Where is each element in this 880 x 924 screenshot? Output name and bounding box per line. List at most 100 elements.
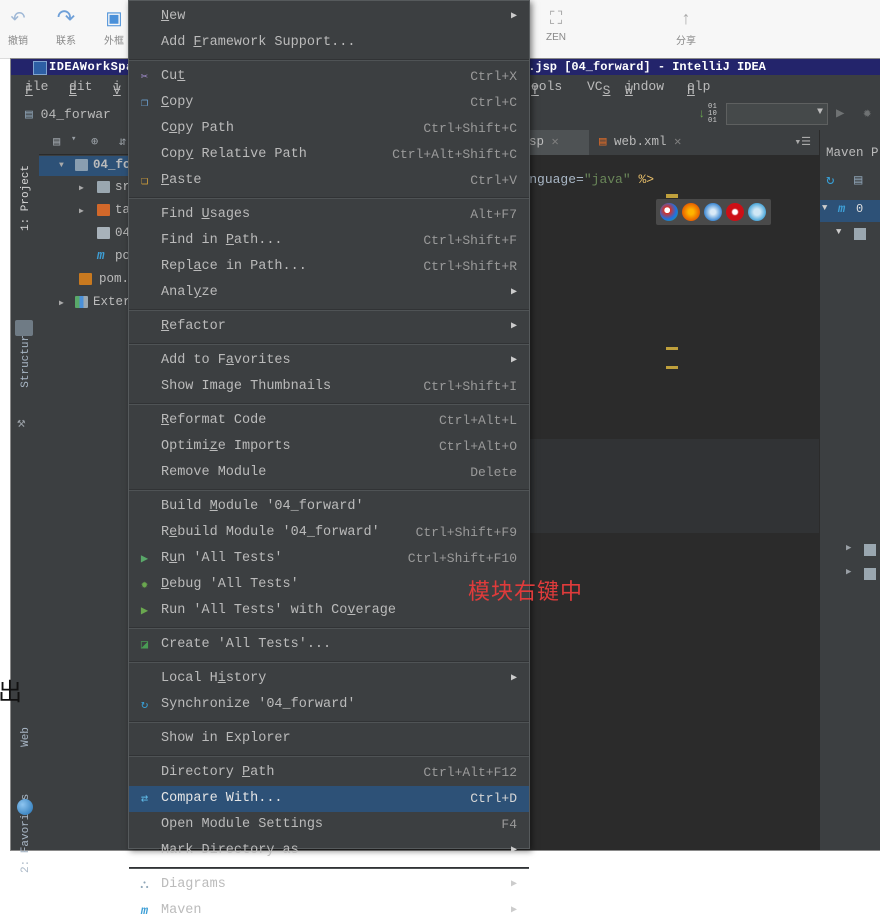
menu-edit[interactable]: Edit	[69, 79, 92, 98]
refresh-icon[interactable]: ↻	[826, 172, 834, 189]
menu-item-shortcut: Ctrl+Alt+Shift+C	[392, 147, 517, 162]
menu-item-find-usages[interactable]: Find Usages Alt+F7	[129, 202, 529, 228]
menu-item-maven[interactable]: m Maven ▶	[129, 898, 529, 924]
menu-item-rebuild-module-04-forward[interactable]: Rebuild Module '04_forward' Ctrl+Shift+F9	[129, 520, 529, 546]
menu-file[interactable]: File	[25, 79, 48, 98]
close-icon[interactable]: ✕	[674, 135, 681, 149]
menu-separator	[129, 721, 529, 723]
menu-separator	[129, 867, 529, 869]
run-configuration-selector[interactable]: ▼	[726, 103, 828, 125]
menu-view[interactable]: Vi	[113, 79, 121, 98]
opera-icon[interactable]	[726, 203, 744, 221]
menu-item-find-in-path[interactable]: Find in Path... Ctrl+Shift+F	[129, 228, 529, 254]
menu-item-copy-relative-path[interactable]: Copy Relative Path Ctrl+Alt+Shift+C	[129, 142, 529, 168]
menu-item-label: Directory Path	[161, 765, 275, 780]
maven-child-row[interactable]: ▼	[820, 224, 880, 246]
share-icon: ↑	[681, 8, 691, 28]
menu-item-label: Add Framework Support...	[161, 35, 356, 50]
menu-item-directory-path[interactable]: Directory Path Ctrl+Alt+F12	[129, 760, 529, 786]
menu-item-show-image-thumbnails[interactable]: Show Image Thumbnails Ctrl+Shift+I	[129, 374, 529, 400]
chevron-down-icon[interactable]: ▼	[836, 227, 841, 237]
chrome-icon[interactable]	[660, 203, 678, 221]
chevron-right-icon: ▶	[510, 321, 517, 332]
menu-item-replace-in-path[interactable]: Replace in Path... Ctrl+Shift+R	[129, 254, 529, 280]
menu-item-label: Compare With...	[161, 791, 283, 806]
menu-item-shortcut: Ctrl+Shift+R	[423, 259, 517, 274]
editor-options-icon[interactable]: ▾☰	[795, 135, 811, 149]
chevron-right-icon[interactable]: ▶	[79, 206, 84, 216]
menu-item-reformat-code[interactable]: Reformat Code Ctrl+Alt+L	[129, 408, 529, 434]
pom-xml-icon	[79, 273, 92, 285]
editor-tab-jsp[interactable]: sp ✕	[529, 130, 589, 155]
chevron-down-icon[interactable]: ▼	[822, 203, 827, 213]
menu-item-add-framework-support[interactable]: Add Framework Support...	[129, 30, 529, 56]
menu-item-label: Rebuild Module '04_forward'	[161, 525, 380, 540]
menu-item-create-all-tests[interactable]: ◪ Create 'All Tests'...	[129, 632, 529, 658]
menu-window[interactable]: Window	[625, 79, 664, 98]
tool-window-button-web[interactable]: Web	[20, 700, 32, 774]
menu-item-show-in-explorer[interactable]: Show in Explorer	[129, 726, 529, 752]
error-stripe	[666, 347, 678, 350]
menu-item-analyze[interactable]: Analyze ▶	[129, 280, 529, 306]
ie-icon[interactable]	[748, 203, 766, 221]
chevron-right-icon[interactable]: ▶	[846, 543, 851, 553]
menu-item-optimize-imports[interactable]: Optimize Imports Ctrl+Alt+O	[129, 434, 529, 460]
tool-window-button-project[interactable]: 1: Project	[20, 161, 32, 235]
download-arrow-icon: ↓	[698, 107, 706, 121]
menu-item-label: Mark Directory as	[161, 843, 299, 858]
toolbar-button-share[interactable]: ↑ 分享	[658, 4, 714, 47]
menu-item-compare-with[interactable]: ⇄ Compare With... Ctrl+D	[129, 786, 529, 812]
locate-file-icon[interactable]: ▤	[53, 134, 60, 149]
debug-button[interactable]: ✹	[863, 105, 871, 122]
menu-item-synchronize-04-forward[interactable]: ↻ Synchronize '04_forward'	[129, 692, 529, 718]
menu-item-mark-directory-as[interactable]: Mark Directory as ▶	[129, 838, 529, 864]
chevron-right-icon[interactable]: ▶	[59, 298, 64, 308]
editor-tab-webxml[interactable]: ▤ web.xml ✕	[599, 130, 719, 155]
menu-help[interactable]: Help	[687, 79, 710, 98]
menu-item-label: Refactor	[161, 319, 226, 334]
menu-item-paste[interactable]: ❏ Paste Ctrl+V	[129, 168, 529, 194]
annotation-text: 模块右键中	[468, 580, 584, 605]
chevron-down-icon[interactable]: ▾	[71, 134, 76, 144]
target-icon[interactable]: ⊕	[91, 134, 98, 149]
safari-icon[interactable]	[704, 203, 722, 221]
binary-bits-icon: 01 10 01	[708, 103, 718, 125]
maven-project-row[interactable]: ▼ m 0	[820, 200, 880, 222]
menu-tools[interactable]: Tools	[531, 79, 562, 98]
close-icon[interactable]: ✕	[552, 135, 559, 149]
menu-item-new[interactable]: New ▶	[129, 4, 529, 30]
menu-item-copy-path[interactable]: Copy Path Ctrl+Shift+C	[129, 116, 529, 142]
menu-vcs[interactable]: VC S	[587, 79, 610, 98]
menu-item-refactor[interactable]: Refactor ▶	[129, 314, 529, 340]
menu-item-local-history[interactable]: Local History ▶	[129, 666, 529, 692]
menu-item-label: Cut	[161, 69, 186, 84]
error-stripe	[666, 194, 678, 198]
breadcrumb[interactable]: ▤ 04_forwar	[25, 107, 111, 122]
menu-item-build-module-04-forward[interactable]: Build Module '04_forward'	[129, 494, 529, 520]
folder-icon[interactable]: ▤	[854, 172, 862, 189]
chevron-down-icon[interactable]: ▼	[59, 161, 64, 170]
collapse-all-icon[interactable]: ⇵	[119, 134, 126, 149]
compare-icon: ⇄	[140, 792, 149, 806]
menu-item-copy[interactable]: ❐ Copy Ctrl+C	[129, 90, 529, 116]
menu-item-remove-module[interactable]: Remove Module Delete	[129, 460, 529, 486]
menu-item-run-all-tests[interactable]: ▶ Run 'All Tests' Ctrl+Shift+F10	[129, 546, 529, 572]
zen-icon: ⛶	[549, 8, 563, 28]
toolbar-button-zen[interactable]: ⛶ ZEN	[528, 4, 584, 43]
run-button[interactable]: ▶	[836, 105, 844, 122]
menu-item-label: Add to Favorites	[161, 353, 291, 368]
menu-item-add-to-favorites[interactable]: Add to Favorites ▶	[129, 348, 529, 374]
open-in-browser-popup[interactable]	[656, 199, 771, 225]
firefox-icon[interactable]	[682, 203, 700, 221]
maven-plugins-row[interactable]: ▶	[820, 564, 880, 586]
chevron-right-icon: ▶	[510, 845, 517, 856]
chevron-right-icon[interactable]: ▶	[846, 567, 851, 577]
maven-lifecycle-row[interactable]: ▶	[820, 540, 880, 562]
background-text-fragment: 出	[0, 678, 22, 706]
code-line-1-value: "java"	[583, 172, 631, 187]
menu-item-cut[interactable]: ✂ Cut Ctrl+X	[129, 64, 529, 90]
menu-item-diagrams[interactable]: ⛬ Diagrams ▶	[129, 872, 529, 898]
menu-item-open-module-settings[interactable]: Open Module Settings F4	[129, 812, 529, 838]
chevron-right-icon[interactable]: ▶	[79, 183, 84, 193]
libraries-icon	[75, 296, 88, 308]
